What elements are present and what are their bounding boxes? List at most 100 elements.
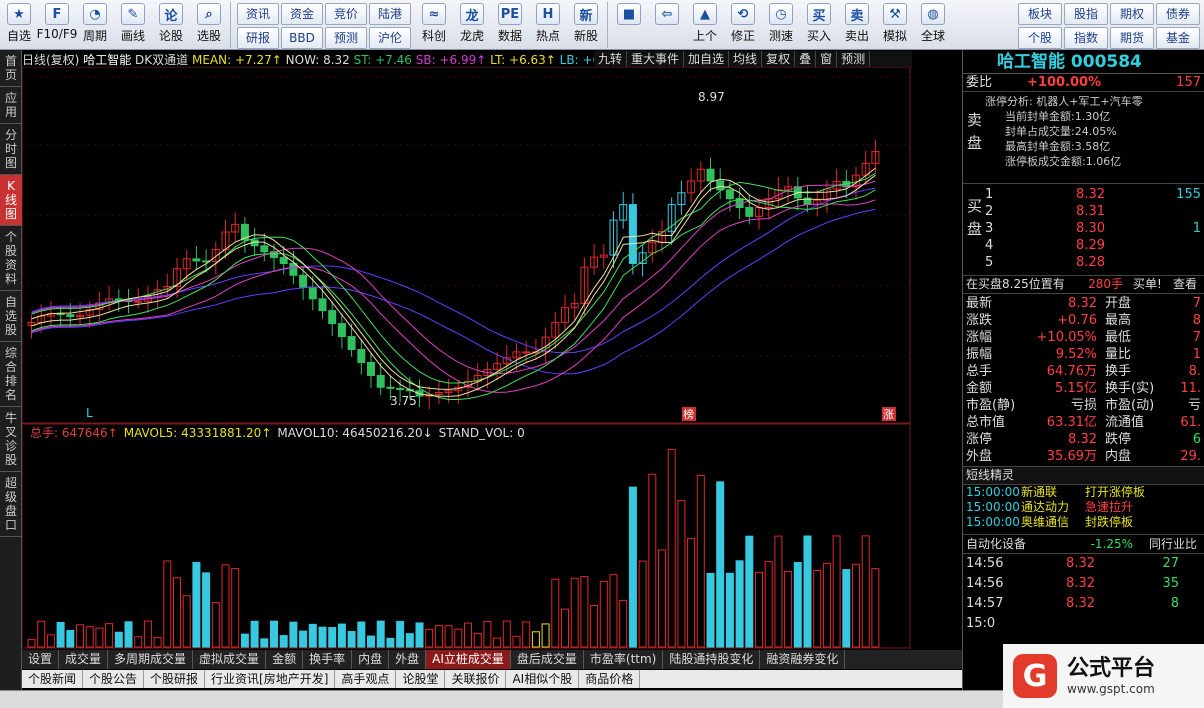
indicator-tab-5[interactable]: 换手率 [303,650,353,669]
info-tab-3[interactable]: 行业资讯[房地产开发] [205,670,336,688]
indicator-tab-9[interactable]: 盘后成交量 [511,650,584,669]
kline-tabs: 九转 重大事件 加自选 均线 复权叠窗预测 [594,51,912,67]
volume-bar [182,595,191,648]
toolbar-btn3-8[interactable]: ◍ 全球 [914,0,952,49]
toolbar-btn3-4[interactable]: ◷ 测速 [762,0,800,49]
leftnav-item-8[interactable]: 超级盘口 [0,472,22,537]
zt-analysis-title: 涨停分析: 机器人+军工+汽车零 [985,95,1143,108]
lt-value: LT: +6.63↑ [490,53,556,67]
kline-chart[interactable]: 9.458.257.055.834.6316238129909743649532… [22,67,912,649]
toolbar-btn2-3[interactable]: H 热点 [529,0,567,49]
indicator-tab-6[interactable]: 内盘 [352,650,390,669]
leftnav-item-2[interactable]: 分时图 [0,124,22,175]
leftnav-item-3[interactable]: K线图 [0,175,22,226]
info-tab-5[interactable]: 论股堂 [396,670,446,688]
ktab-4[interactable]: 复权 [762,51,796,67]
stat-label: 涨幅 [966,330,993,345]
toolbar-btn3-2[interactable]: ▲ 上个 [686,0,724,49]
grid-btn[interactable]: 陆港 [369,3,411,25]
grid2-btn[interactable]: 股指 [1064,3,1108,25]
toolbar-btn3-0[interactable]: ■ [610,0,648,49]
leftnav-item-0[interactable]: 首页 [0,50,22,87]
toolbar-btn-1[interactable]: F F10/F9 [37,0,77,49]
short-elf-item[interactable]: 15:00:00 奥维通信 封跌停板 [963,515,1204,530]
buy-level-vol [1105,203,1204,220]
leftnav-item-6[interactable]: 综合排名 [0,342,22,407]
short-elf-list: 15:00:00 新通联 打开涨停板 15:00:00 通达动力 急速拉升 15:00:00… [963,485,1204,535]
grid2-btn[interactable]: 个股 [1018,27,1062,49]
leftnav-item-4[interactable]: 个股资料 [0,226,22,291]
ktab-2[interactable]: 加自选 [684,51,730,67]
industry-tab[interactable]: 同行业比 [1133,535,1197,553]
ktab-0[interactable]: 九转 [594,51,628,67]
grid-btn[interactable]: BBD [281,27,323,49]
toolbar-btn3-5[interactable]: 买买入 [800,0,838,49]
grid-btn[interactable]: 资金 [281,3,323,25]
toolbar-btn-0[interactable]: ★ 自选 [0,0,38,49]
leftnav-item-1[interactable]: 应用 [0,87,22,124]
toolbar-btn-3[interactable]: ✎ 画线 [114,0,152,49]
info-tab-1[interactable]: 个股公告 [83,670,145,688]
info-tab-0[interactable]: 个股新闻 [22,670,84,688]
ktab-6[interactable]: 窗 [816,51,838,67]
toolbar-btn2-1[interactable]: 龙龙虎 [453,0,491,49]
view-link[interactable]: 查看 [1173,276,1197,293]
toolbar-label: 周期 [82,29,107,43]
info-tab-6[interactable]: 关联报价 [445,670,507,688]
toolbar-btn3-1[interactable]: ⇦ [648,0,686,49]
ktab-1[interactable]: 重大事件 [627,51,685,67]
indicator-tab-11[interactable]: 陆股通持股变化 [663,650,761,669]
grid-btn[interactable]: 资讯 [237,3,279,25]
toolbar-grid-2: 板块 股指 期权 债券个股 指数 期货 基金 [1014,0,1204,49]
toolbar-btn2-2[interactable]: PE 数据 [491,0,529,49]
indicator-tab-10[interactable]: 市盈率(ttm) [584,650,664,669]
toolbar-btn2-4[interactable]: 新新股 [567,0,605,49]
leftnav-item-7[interactable]: 牛叉诊股 [0,407,22,472]
ktab-7[interactable]: 预测 [837,51,871,67]
indicator-tab-2[interactable]: 多周期成交量 [108,650,194,669]
toolbar-btn3-3[interactable]: ⟲ 修正 [724,0,762,49]
grid2-btn[interactable]: 期权 [1110,3,1154,25]
grid-btn[interactable]: 竞价 [325,3,367,25]
info-tab-4[interactable]: 高手观点 [335,670,397,688]
info-tab-7[interactable]: AI相似个股 [506,670,580,688]
grid-btn[interactable]: 预测 [325,27,367,49]
toolbar-btn-4[interactable]: 论论股 [152,0,190,49]
indicator-tab-8[interactable]: AI立桩成交量 [426,650,511,669]
toolbar-label: 画线 [120,29,145,43]
volume-bar [667,448,676,648]
indicator-tab-0[interactable]: 设置 [22,650,60,669]
grid-btn[interactable]: 沪伦 [369,27,411,49]
ktab-3[interactable]: 均线 [729,51,763,67]
short-elf-item[interactable]: 15:00:00 通达动力 急速拉升 [963,500,1204,515]
toolbar-btn-5[interactable]: ⌕ 选股 [190,0,228,49]
volume-bar [434,625,443,648]
grid-btn[interactable]: 研报 [237,27,279,49]
buy-level-vol [1105,237,1204,254]
toolbar-btn-2[interactable]: ◔ 周期 [76,0,114,49]
volume-bar [745,535,754,648]
stat-label: 最低 [1105,330,1132,345]
grid2-btn[interactable]: 期货 [1110,27,1154,49]
volume-bar [570,577,579,648]
indicator-tab-3[interactable]: 虚拟成交量 [193,650,267,669]
indicator-tab-1[interactable]: 成交量 [59,650,109,669]
info-tab-2[interactable]: 个股研报 [144,670,206,688]
volume-bar [376,620,385,648]
toolbar-btn3-6[interactable]: 卖卖出 [838,0,876,49]
toolbar-btn2-0[interactable]: ≈ 科创 [415,0,453,49]
stat-label: 金额 [966,381,993,396]
ktab-5[interactable]: 叠 [795,51,817,67]
toolbar-icon2-1: 龙 [460,3,484,25]
indicator-tab-7[interactable]: 外盘 [389,650,427,669]
grid2-btn[interactable]: 板块 [1018,3,1062,25]
info-tab-8[interactable]: 商品价格 [579,670,641,688]
leftnav-item-5[interactable]: 自选股 [0,291,22,342]
grid2-btn[interactable]: 债券 [1156,3,1200,25]
grid2-btn[interactable]: 基金 [1156,27,1200,49]
grid2-btn[interactable]: 指数 [1064,27,1108,49]
indicator-tab-4[interactable]: 金额 [266,650,304,669]
short-elf-item[interactable]: 15:00:00 新通联 打开涨停板 [963,485,1204,500]
indicator-tab-12[interactable]: 融资融券变化 [760,650,846,669]
toolbar-btn3-7[interactable]: ⚒ 模拟 [876,0,914,49]
